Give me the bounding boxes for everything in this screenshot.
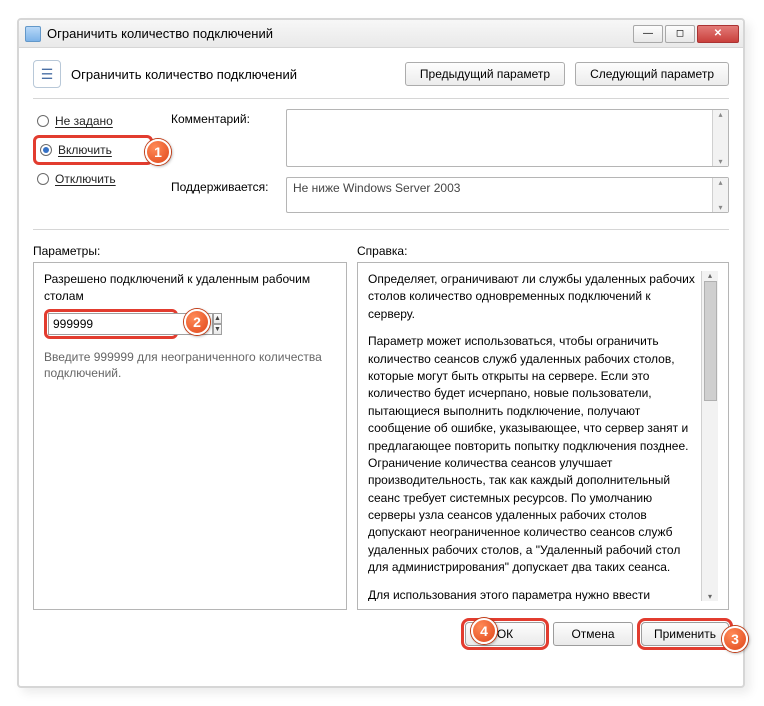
- radio-icon: [37, 173, 49, 185]
- spinner-down-button[interactable]: ▼: [213, 324, 222, 335]
- cancel-button[interactable]: Отмена: [553, 622, 633, 646]
- help-p3: Для использования этого параметра нужно …: [368, 587, 697, 601]
- radio-not-configured[interactable]: Не задано: [33, 109, 153, 133]
- step-badge-3: 3: [722, 626, 748, 652]
- radio-icon: [40, 144, 52, 156]
- step-badge-4: 4: [471, 618, 497, 644]
- spinner-up-button[interactable]: ▲: [213, 313, 222, 324]
- supported-value: Не ниже Windows Server 2003: [293, 181, 460, 195]
- help-text: Определяет, ограничивают ли службы удале…: [368, 271, 701, 601]
- step-badge-2: 2: [184, 309, 210, 335]
- help-section-label: Справка:: [357, 244, 729, 258]
- next-setting-button[interactable]: Следующий параметр: [575, 62, 729, 86]
- radio-label: Включить: [58, 143, 112, 157]
- help-p1: Определяет, ограничивают ли службы удале…: [368, 271, 697, 323]
- minimize-button[interactable]: —: [633, 25, 663, 43]
- scrollbar[interactable]: ▴▾: [712, 110, 728, 166]
- window-title: Ограничить количество подключений: [47, 26, 273, 41]
- param-hint: Введите 999999 для неограниченного колич…: [44, 349, 336, 383]
- config-row: Не задано Включить Отключить 1 Комментар…: [19, 99, 743, 223]
- app-icon: [25, 26, 41, 42]
- dialog-window: Ограничить количество подключений — ◻ ✕ …: [17, 18, 745, 688]
- step-badge-1: 1: [145, 139, 171, 165]
- radio-label: Отключить: [55, 172, 116, 186]
- close-button[interactable]: ✕: [697, 25, 739, 43]
- scrollbar[interactable]: ▴ ▾: [701, 271, 718, 601]
- radio-icon: [37, 115, 49, 127]
- param-option-label: Разрешено подключений к удаленным рабочи…: [44, 271, 336, 305]
- params-section-label: Параметры:: [33, 244, 343, 258]
- policy-title: Ограничить количество подключений: [71, 67, 395, 82]
- help-panel: Определяет, ограничивают ли службы удале…: [357, 262, 729, 610]
- apply-button[interactable]: Применить: [641, 622, 729, 646]
- help-p2: Параметр может использоваться, чтобы огр…: [368, 333, 697, 576]
- previous-setting-button[interactable]: Предыдущий параметр: [405, 62, 565, 86]
- kv-column: Комментарий: ▴▾ Поддерживается: Не ниже …: [171, 109, 729, 223]
- comment-input[interactable]: ▴▾: [286, 109, 729, 167]
- comment-label: Комментарий:: [171, 109, 276, 126]
- connections-spinner: ▲ ▼: [44, 309, 178, 339]
- radio-label: Не задано: [55, 114, 113, 128]
- scrollbar[interactable]: ▴▾: [712, 178, 728, 212]
- section-labels: Параметры: Справка:: [19, 230, 743, 262]
- header: ☰ Ограничить количество подключений Пред…: [19, 48, 743, 92]
- radio-disabled[interactable]: Отключить: [33, 167, 153, 191]
- button-row: 4 ОК Отмена Применить: [19, 610, 743, 646]
- radio-enabled[interactable]: Включить: [33, 135, 153, 165]
- params-panel: Разрешено подключений к удаленным рабочи…: [33, 262, 347, 610]
- supported-label: Поддерживается:: [171, 177, 276, 194]
- maximize-button[interactable]: ◻: [665, 25, 695, 43]
- titlebar: Ограничить количество подключений — ◻ ✕: [19, 20, 743, 48]
- panels: Разрешено подключений к удаленным рабочи…: [19, 262, 743, 610]
- state-radios: Не задано Включить Отключить 1: [33, 109, 153, 223]
- policy-icon: ☰: [33, 60, 61, 88]
- supported-value-box: Не ниже Windows Server 2003 ▴▾: [286, 177, 729, 213]
